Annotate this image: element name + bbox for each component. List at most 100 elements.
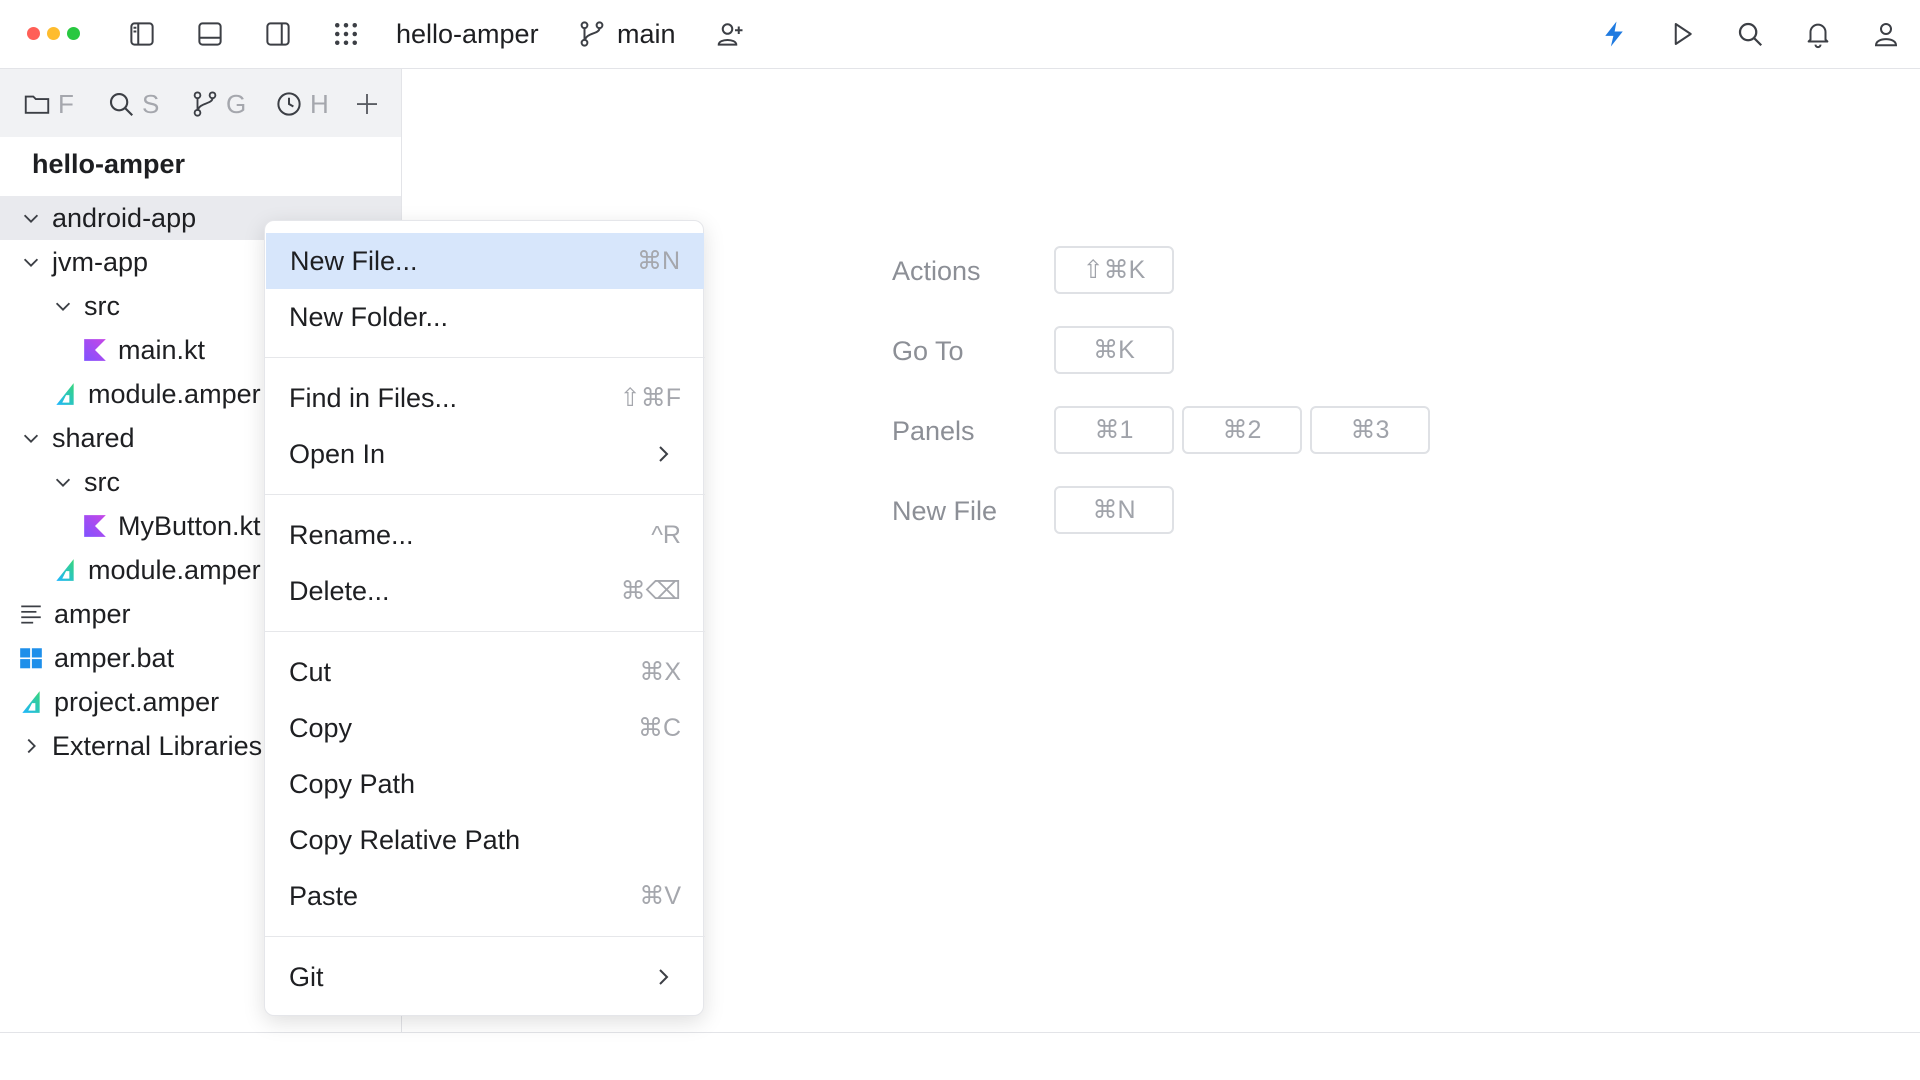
chevron-right-icon: [659, 446, 669, 462]
run-icon[interactable]: [1662, 14, 1702, 54]
tab-history-label: H: [310, 88, 329, 119]
menu-separator: [265, 494, 705, 495]
status-bar: [0, 1032, 1920, 1080]
menu-item-label: Find in Files...: [289, 382, 458, 413]
menu-item-label: New File...: [290, 245, 418, 276]
menu-item-find-in-files[interactable]: Find in Files... ⇧⌘F: [265, 370, 705, 426]
bolt-icon[interactable]: [1594, 14, 1634, 54]
project-name[interactable]: hello-amper: [396, 16, 539, 52]
hint-newfile-label: New File: [892, 496, 998, 526]
close-window-button[interactable]: [27, 27, 40, 40]
menu-item-shortcut: ⇧⌘F: [619, 384, 681, 412]
menu-item-open-in[interactable]: Open In: [265, 426, 705, 482]
menu-item-label: Rename...: [289, 519, 414, 550]
clock-icon: [277, 92, 301, 116]
plus-icon: [357, 94, 377, 114]
tree-item-label: module.amper: [88, 378, 261, 409]
menu-item-copy-path[interactable]: Copy Path: [265, 756, 705, 812]
bell-icon[interactable]: [1798, 14, 1838, 54]
hint-panels-key-2: ⌘2: [1182, 406, 1302, 454]
tree-item-label: MyButton.kt: [118, 510, 261, 541]
menu-separator: [265, 631, 705, 632]
kotlin-file-icon: [84, 339, 106, 361]
menu-item-shortcut: ⌘X: [639, 658, 681, 686]
kotlin-file-icon: [84, 515, 106, 537]
project-title: hello-amper: [32, 149, 186, 179]
tab-files-label: F: [58, 88, 74, 119]
tree-item-label: project.amper: [54, 686, 220, 717]
folder-icon: [24, 95, 50, 114]
hint-actions-label: Actions: [892, 256, 981, 286]
tree-item-label: shared: [52, 422, 135, 453]
chevron-down-icon[interactable]: [20, 427, 42, 449]
menu-item-git[interactable]: Git: [265, 949, 705, 1005]
bottom-panel-icon[interactable]: [190, 14, 230, 54]
add-user-icon[interactable]: [710, 14, 750, 54]
menu-item-label: Paste: [289, 880, 359, 911]
chevron-down-icon[interactable]: [52, 471, 74, 493]
menu-item-copy[interactable]: Copy ⌘C: [265, 700, 705, 756]
windows-file-icon: [20, 648, 42, 669]
menu-item-label: Open In: [289, 438, 386, 469]
menu-item-label: Copy: [289, 712, 353, 743]
tree-item-label: module.amper: [88, 554, 261, 585]
menu-item-cut[interactable]: Cut ⌘X: [265, 644, 705, 700]
search-icon: [109, 92, 134, 117]
menu-item-shortcut: ⌘V: [639, 882, 681, 910]
menu-item-delete[interactable]: Delete... ⌘⌫: [265, 563, 705, 619]
menu-item-label: Cut: [289, 656, 332, 687]
menu-item-rename[interactable]: Rename... ^R: [265, 507, 705, 563]
tab-git-label: G: [226, 88, 246, 119]
user-icon[interactable]: [1866, 14, 1906, 54]
tree-item-label: main.kt: [118, 334, 206, 365]
add-tab-button[interactable]: [352, 84, 388, 124]
tree-item-label: android-app: [52, 202, 197, 233]
hint-panels-key-1: ⌘1: [1054, 406, 1174, 454]
minimize-window-button[interactable]: [47, 27, 60, 40]
tab-history[interactable]: H: [274, 84, 330, 124]
menu-item-shortcut: ⌘⌫: [620, 577, 681, 605]
tab-search-label: S: [142, 88, 160, 119]
menu-item-new-file[interactable]: New File... ⌘N: [266, 233, 704, 289]
maximize-window-button[interactable]: [67, 27, 80, 40]
tree-item-label: src: [84, 466, 120, 497]
branch-name[interactable]: main: [617, 16, 676, 52]
menu-separator: [265, 357, 705, 358]
menu-item-shortcut: ⌘N: [636, 247, 680, 275]
tab-files[interactable]: F: [22, 84, 78, 124]
git-branch-icon: [193, 91, 217, 117]
chevron-right-icon: [659, 969, 669, 985]
menu-item-shortcut: ⌘C: [637, 714, 681, 742]
text-file-icon: [21, 605, 41, 624]
amper-file-icon: [56, 383, 74, 405]
tab-search[interactable]: S: [106, 84, 162, 124]
sidebar-tabs: F S G H: [0, 69, 401, 137]
amper-file-icon: [22, 691, 40, 713]
right-panel-icon[interactable]: [258, 14, 298, 54]
search-icon[interactable]: [1730, 14, 1770, 54]
chevron-right-icon[interactable]: [20, 735, 42, 757]
tree-item-label: jvm-app: [52, 246, 149, 277]
hint-actions-key: ⇧⌘K: [1054, 246, 1174, 294]
apps-grid-icon[interactable]: [326, 14, 366, 54]
chevron-down-icon[interactable]: [20, 251, 42, 273]
menu-separator: [265, 936, 705, 937]
amper-file-icon: [56, 559, 74, 581]
tab-git[interactable]: G: [190, 84, 246, 124]
menu-item-paste[interactable]: Paste ⌘V: [265, 868, 705, 924]
left-panel-icon[interactable]: [122, 14, 162, 54]
menu-item-copy-relative-path[interactable]: Copy Relative Path: [265, 812, 705, 868]
git-branch-icon[interactable]: [572, 14, 612, 54]
menu-item-new-folder[interactable]: New Folder...: [265, 289, 705, 345]
title-bar: hello-amper main: [0, 0, 1920, 69]
hint-newfile-key: ⌘N: [1054, 486, 1174, 534]
tree-item-label: amper: [54, 598, 131, 629]
menu-item-label: New Folder...: [289, 301, 449, 332]
menu-item-label: Delete...: [289, 575, 390, 606]
hint-goto-label: Go To: [892, 336, 964, 366]
chevron-down-icon[interactable]: [20, 207, 42, 229]
tree-item-label: src: [84, 290, 120, 321]
context-menu: New File... ⌘N New Folder... Find in Fil…: [264, 220, 705, 1016]
chevron-down-icon[interactable]: [52, 295, 74, 317]
menu-item-shortcut: ^R: [651, 520, 681, 549]
